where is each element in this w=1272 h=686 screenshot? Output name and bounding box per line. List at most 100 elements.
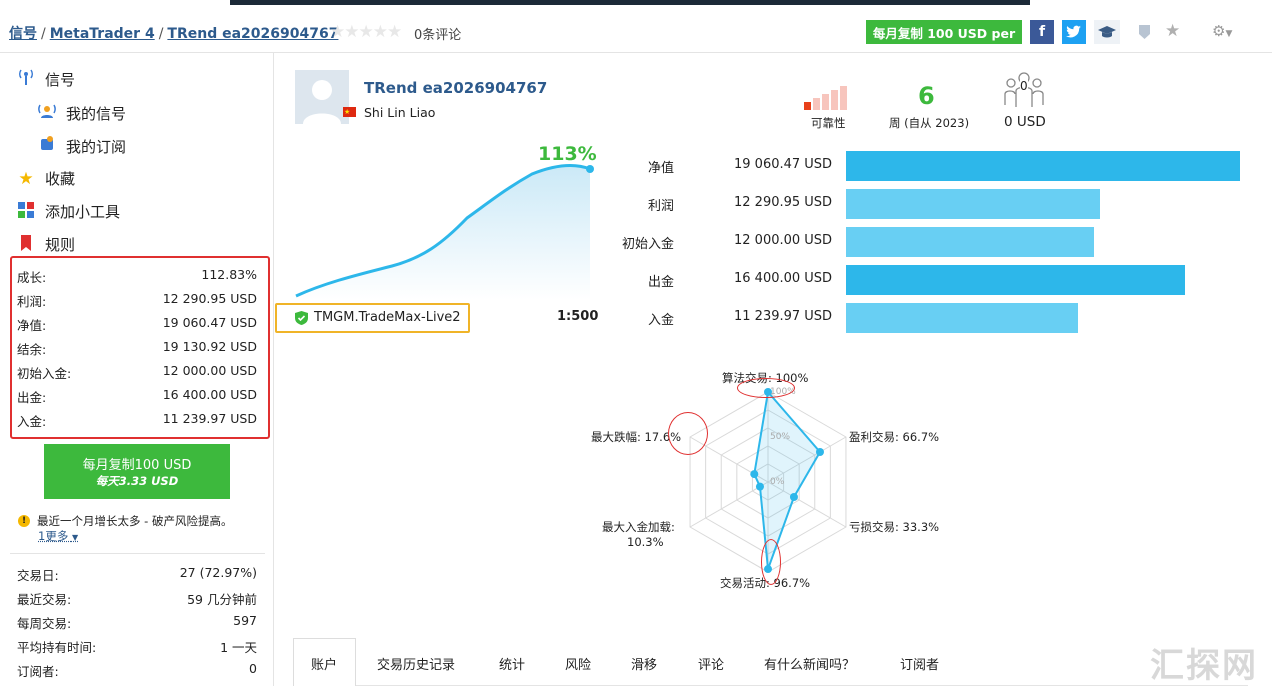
tab-reviews[interactable]: 评论 [698,654,724,673]
subscribers-value: 0 USD [1004,114,1046,130]
sidebar-item-add-widget[interactable]: 添加小工具 [17,201,120,222]
balance-bar-value: 16 400.00 USD [734,271,832,286]
verified-shield-icon [295,311,308,325]
sidebar-item-my-subscriptions[interactable]: 我的订阅 [38,135,126,157]
stat-row-initial-deposit: 初始入金: 12 000.00 USD [17,363,257,382]
tab-risks[interactable]: 风险 [565,654,591,673]
author-name[interactable]: Shi Lin Liao [364,105,435,120]
breadcrumb: 信号 / MetaTrader 4/TRend ea2026904767 [9,23,338,43]
stat-row-growth: 成长: 112.83% [17,267,257,286]
balance-bar-label: 入金 [604,309,674,328]
sidebar-item-label: 我的信号 [66,103,126,124]
avatar[interactable] [295,70,349,124]
stat-row-withdrawals: 出金: 16 400.00 USD [17,387,257,406]
growth-end-point [586,165,594,173]
radar-label-max-deposit-load: 最大入金加载: [602,519,675,535]
radar-axis-line [690,482,768,527]
stat-row-latest-trade: 最近交易: 59 几分钟前 [17,589,257,608]
top-banner-strip [230,0,1030,5]
radar-label-profit-trades: 盈利交易: 66.7% [849,429,939,445]
annotation-circle-activity [761,539,781,585]
stat-row-avg-holding: 平均持有时间: 1 一天 [17,637,257,656]
tab-subscribers[interactable]: 订阅者 [900,654,939,673]
twitter-icon[interactable] [1062,20,1086,44]
stat-row-subscribers: 订阅者: 0 [17,661,257,680]
chevron-down-icon: ▼ [1225,29,1232,39]
balance-row-initial-deposit: 初始入金 [604,233,674,252]
risk-warning: ! 最近一个月增长太多 - 破产风险提高。 [18,513,232,529]
balance-row-deposits: 入金 [604,309,674,328]
subscribers-count: 0 [1020,79,1028,93]
sidebar-item-label: 收藏 [45,168,75,189]
stat-row-profit: 利润: 12 290.95 USD [17,291,257,310]
radar-tick-0: 0% [770,477,784,487]
weeks-value: 6 [918,82,935,110]
watermark: 汇探网 [1150,638,1258,686]
tab-slippage[interactable]: 滑移 [631,654,657,673]
stat-row-deposits: 入金: 11 239.97 USD [17,411,257,430]
star-icon: ★ [17,169,35,189]
balance-bar-profit [846,189,1100,219]
balance-bar-withdrawals [846,265,1185,295]
balance-bar-label: 出金 [604,271,674,290]
radar-tick-50: 50% [770,432,790,442]
reliability-bars-icon [804,86,854,116]
subscription-icon [38,135,56,157]
radar-label-max-deposit-load-value: 10.3% [627,535,664,549]
radar-point [756,483,764,491]
tab-trade-history[interactable]: 交易历史记录 [377,654,455,673]
leverage: 1:500 [557,309,598,324]
weeks-label: 周 (自从 2023) [889,115,969,131]
tab-news[interactable]: 有什么新闻吗？ [764,654,855,673]
gear-icon[interactable]: ⚙▼ [1212,22,1232,40]
header-divider [0,52,1272,53]
widget-icon [17,202,35,222]
facebook-icon[interactable]: f [1030,20,1054,44]
annotation-circle-drawdown [668,412,708,455]
sidebar-item-label: 我的订阅 [66,136,126,157]
balance-row-profit: 利润 [604,195,674,214]
balance-bar-value: 11 239.97 USD [734,309,832,324]
balance-bar-value: 19 060.47 USD [734,157,832,172]
shield-icon[interactable] [1138,24,1151,44]
sidebar-item-signals[interactable]: 信号 [17,68,75,90]
annotation-circle-algo [737,378,795,398]
sidebar-stats-divider [10,553,265,554]
balance-bar-value: 12 000.00 USD [734,233,832,248]
chevron-down-icon: ▼ [72,533,78,542]
stat-row-trading-days: 交易日: 27 (72.97%) [17,565,257,584]
sidebar-item-label: 规则 [45,234,75,255]
sidebar-item-label: 信号 [45,69,75,90]
radar-label-loss-trades: 亏损交易: 33.3% [849,519,939,535]
sidebar-divider [273,52,274,686]
balance-bar-label: 利润 [604,195,674,214]
balance-bar-label: 净值 [604,157,674,176]
breadcrumb-signal-name-link[interactable]: TRend ea2026904767 [167,26,338,42]
reliability-label: 可靠性 [811,115,846,131]
favorite-star-icon[interactable]: ★ [1165,21,1180,41]
balance-bar-deposits [846,303,1078,333]
balance-bar-initial-deposit [846,227,1094,257]
sidebar-item-rules[interactable]: 规则 [17,234,75,255]
breadcrumb-signals-link[interactable]: 信号 [9,26,37,42]
stat-row-trades-per-week: 每周交易: 597 [17,613,257,632]
signal-name[interactable]: TRend ea2026904767 [364,79,547,97]
rating-stars[interactable]: ★★★★★ [330,22,401,42]
server-badge[interactable]: TMGM.TradeMax-Live2 [295,310,461,325]
sidebar-item-label: 添加小工具 [45,201,120,222]
breadcrumb-platform-link[interactable]: MetaTrader 4 [50,26,155,42]
sidebar-copy-button[interactable]: 每月复制100 USD 每天3.33 USD [44,444,230,499]
bookmark-icon [17,235,35,255]
graduation-cap-icon[interactable] [1094,20,1120,44]
tab-account[interactable]: 账户 [311,654,337,673]
reviews-count[interactable]: 0条评论 [414,24,461,43]
sidebar-item-my-signals[interactable]: 我的信号 [38,102,126,124]
growth-chart [292,160,597,300]
radar-point [816,448,824,456]
stat-row-equity: 净值: 19 060.47 USD [17,315,257,334]
sidebar-item-favorites[interactable]: ★ 收藏 [17,168,75,189]
tab-statistics[interactable]: 统计 [499,654,525,673]
copy-per-month-button[interactable]: 每月复制 100 USD per [866,20,1022,44]
more-link[interactable]: 1更多 ▼ [38,528,78,544]
china-flag-icon: ★ [343,107,356,117]
